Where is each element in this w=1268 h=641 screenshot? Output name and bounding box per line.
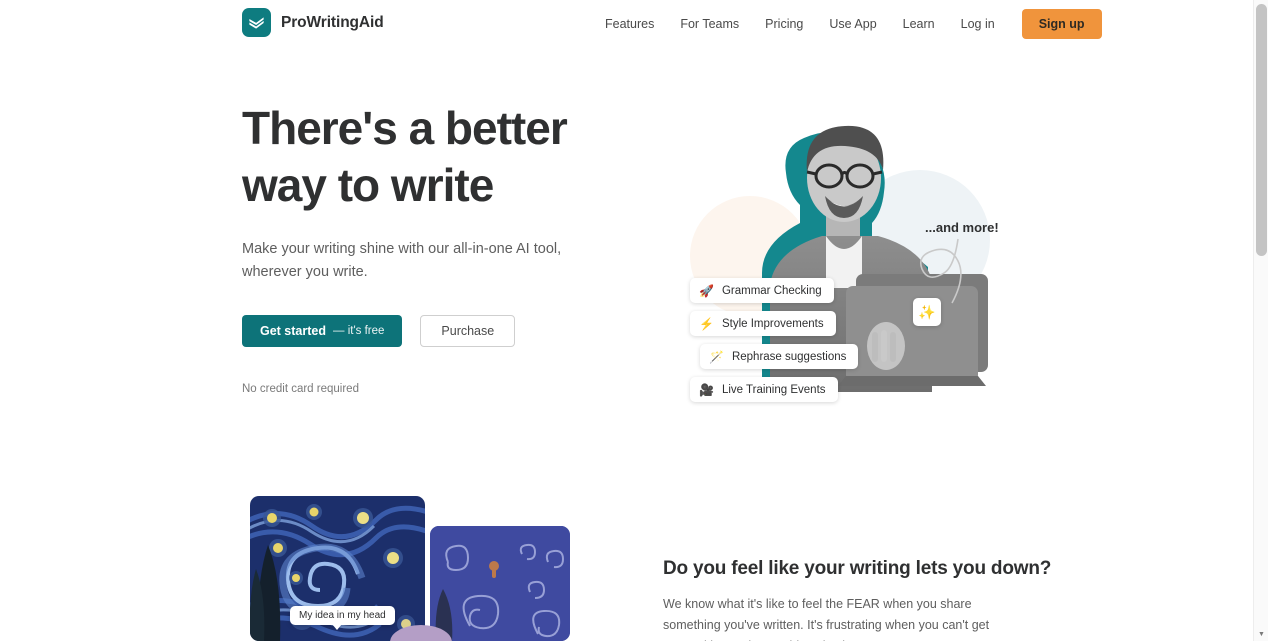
sign-up-button[interactable]: Sign up: [1021, 8, 1102, 40]
hero-illustration: ...and more! ✨ 🚀 Grammar Checking ⚡ Styl…: [660, 100, 1020, 430]
rocket-icon: 🚀: [699, 283, 714, 298]
hero-section: There's a better way to write Make your …: [0, 48, 1253, 478]
feature-badge-list: 🚀 Grammar Checking ⚡ Style Improvements …: [690, 278, 859, 402]
writing-lets-you-down-section: My idea in my head Do you feel like your…: [0, 478, 1253, 641]
section2-heading: Do you feel like your writing lets you d…: [663, 558, 1052, 579]
crude-drawing-image: [430, 526, 570, 641]
feature-badge-rephrase-suggestions[interactable]: 🪄 Rephrase suggestions: [700, 344, 859, 369]
nav-item-log-in[interactable]: Log in: [948, 0, 1008, 48]
feature-badge-label: Rephrase suggestions: [731, 350, 847, 363]
idea-vs-reality-illustration: My idea in my head: [242, 493, 622, 641]
sparkles-icon: ✨: [913, 298, 941, 326]
hero-copy: There's a better way to write Make your …: [242, 100, 642, 395]
main-navigation: Features For Teams Pricing Use App Learn…: [600, 0, 1102, 48]
feature-badge-grammar-checking[interactable]: 🚀 Grammar Checking: [690, 278, 834, 303]
hero-title-line-2: way to write: [242, 159, 494, 211]
hero-cta-group: Get started — it's free Purchase: [242, 315, 642, 347]
page-scroll-container: ProWritingAid Features For Teams Pricing…: [0, 0, 1253, 641]
section2-copy: Do you feel like your writing lets you d…: [663, 558, 1052, 641]
scroll-down-arrow-icon[interactable]: ▼: [1254, 628, 1268, 641]
feature-badge-live-training-events[interactable]: 🎥 Live Training Events: [690, 377, 838, 402]
site-header: ProWritingAid Features For Teams Pricing…: [0, 0, 1253, 48]
feature-badge-label: Style Improvements: [721, 317, 824, 330]
book-check-logo-icon: [242, 8, 271, 37]
get-started-button[interactable]: Get started — it's free: [242, 315, 403, 347]
scrollbar-thumb[interactable]: [1256, 4, 1267, 256]
nav-item-learn[interactable]: Learn: [890, 0, 948, 48]
brand-name: ProWritingAid: [281, 13, 384, 31]
section2-body: We know what it's like to feel the FEAR …: [663, 597, 990, 641]
nav-item-use-app[interactable]: Use App: [816, 0, 889, 48]
lightning-bolt-icon: ⚡: [699, 316, 714, 331]
feature-badge-label: Grammar Checking: [721, 284, 822, 297]
movie-camera-icon: 🎥: [699, 382, 714, 397]
brand-logo-link[interactable]: ProWritingAid: [242, 8, 384, 37]
nav-item-for-teams[interactable]: For Teams: [667, 0, 752, 48]
hero-title-line-1: There's a better: [242, 102, 568, 154]
nav-item-pricing[interactable]: Pricing: [752, 0, 816, 48]
purchase-button[interactable]: Purchase: [420, 315, 516, 347]
hero-subtitle: Make your writing shine with our all-in-…: [242, 241, 562, 280]
get-started-sublabel: — it's free: [333, 325, 385, 337]
get-started-label: Get started: [260, 324, 326, 338]
vertical-scrollbar[interactable]: ▲ ▼: [1253, 0, 1268, 641]
page-title: There's a better way to write: [242, 100, 642, 214]
no-credit-card-note: No credit card required: [242, 383, 359, 395]
magic-wand-icon: 🪄: [709, 349, 724, 364]
feature-badge-label: Live Training Events: [721, 383, 826, 396]
my-idea-tooltip: My idea in my head: [290, 606, 395, 630]
and-more-label: ...and more!: [925, 220, 999, 235]
feature-badge-style-improvements[interactable]: ⚡ Style Improvements: [690, 311, 836, 336]
nav-item-features[interactable]: Features: [600, 0, 667, 48]
